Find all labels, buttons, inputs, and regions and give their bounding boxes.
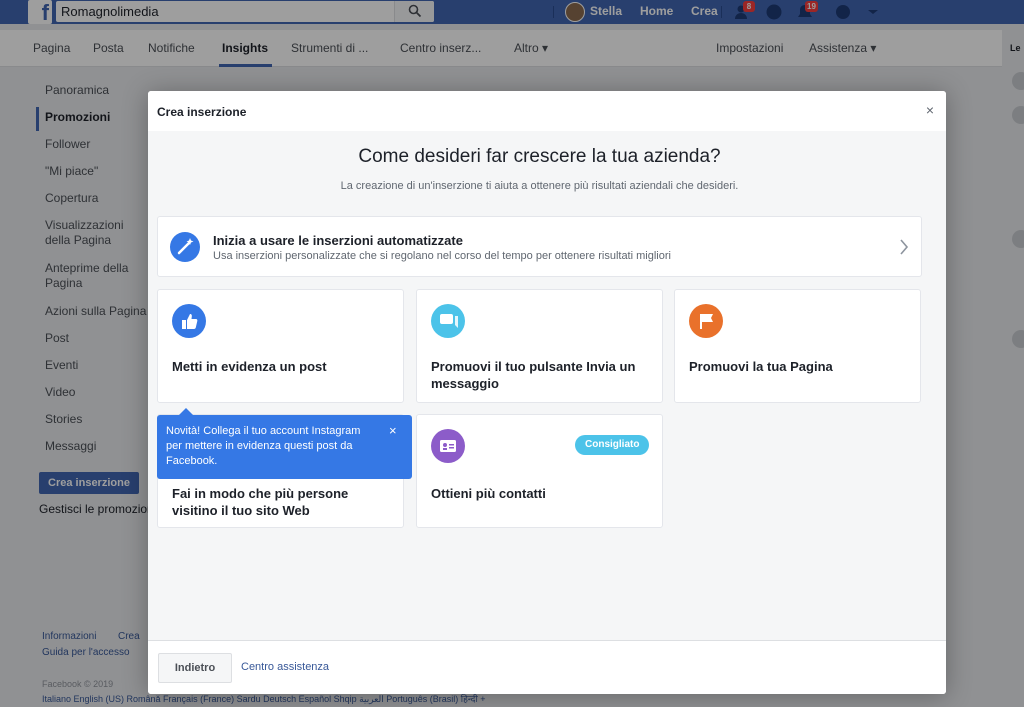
instagram-tooltip-text: Novità! Collega il tuo account Instagram…: [166, 425, 361, 467]
promote-message-button-label: Promuovi il tuo pulsante Invia un messag…: [431, 359, 636, 391]
automated-ads-card[interactable]: Inizia a usare le inserzioni automatizza…: [157, 216, 922, 277]
chat-bubble-icon: [431, 304, 465, 338]
close-icon[interactable]: ×: [923, 103, 937, 117]
automated-ads-title: Inizia a usare le inserzioni automatizza…: [213, 233, 463, 248]
promote-message-button-card[interactable]: Promuovi il tuo pulsante Invia un messag…: [416, 289, 663, 403]
chevron-right-icon: [900, 239, 909, 255]
automated-ads-description: Usa inserzioni personalizzate che si reg…: [213, 250, 671, 262]
dialog-footer: Indietro Centro assistenza: [148, 640, 946, 694]
dialog-subheading: La creazione di un'inserzione ti aiuta a…: [340, 180, 739, 192]
create-ad-dialog: Crea inserzione × Come desideri far cres…: [148, 91, 946, 694]
back-button[interactable]: Indietro: [158, 653, 232, 683]
boost-post-label: Metti in evidenza un post: [172, 359, 327, 374]
contact-card-icon: [431, 429, 465, 463]
dialog-header: Crea inserzione ×: [148, 91, 946, 131]
get-leads-card[interactable]: Consigliato Ottieni più contatti: [416, 414, 663, 528]
dialog-title: Crea inserzione: [157, 105, 247, 119]
promote-page-card[interactable]: Promuovi la tua Pagina: [674, 289, 921, 403]
get-leads-label: Ottieni più contatti: [431, 486, 546, 501]
help-center-link[interactable]: Centro assistenza: [241, 661, 329, 673]
boost-post-card[interactable]: Metti in evidenza un post: [157, 289, 404, 403]
tooltip-arrow: [179, 408, 193, 415]
recommended-badge: Consigliato: [575, 435, 650, 455]
close-icon[interactable]: ×: [389, 424, 397, 437]
website-visits-label: Fai in modo che più persone visitino il …: [172, 486, 349, 518]
promote-page-label: Promuovi la tua Pagina: [689, 359, 833, 374]
thumbs-up-icon: [172, 304, 206, 338]
flag-icon: [689, 304, 723, 338]
instagram-tooltip: Novità! Collega il tuo account Instagram…: [157, 408, 412, 479]
magic-wand-icon: [170, 232, 200, 262]
dialog-heading: Come desideri far crescere la tua aziend…: [358, 146, 721, 167]
